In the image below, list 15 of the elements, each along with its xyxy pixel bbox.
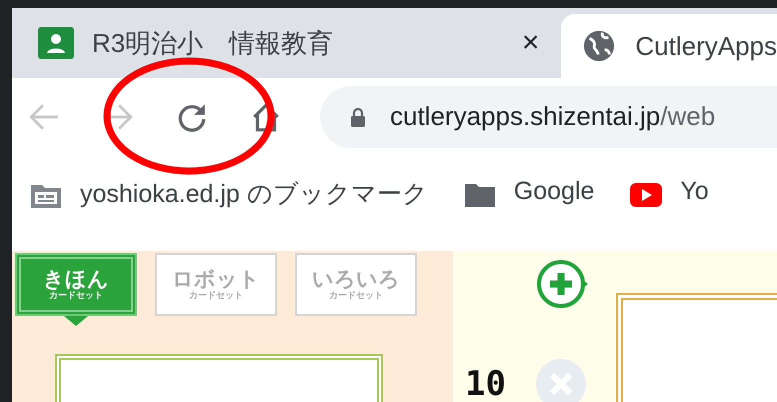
folder-icon — [464, 181, 496, 209]
browser-tab[interactable]: R3明治小 情報教育 × — [12, 8, 548, 78]
url-text: cutleryapps.shizentai.jp/web — [390, 101, 716, 132]
lock-icon — [350, 106, 366, 126]
close-icon[interactable]: × — [522, 26, 540, 60]
play-icon — [630, 181, 662, 209]
classroom-icon — [38, 26, 74, 60]
address-bar[interactable]: cutleryapps.shizentai.jp/web — [320, 86, 777, 148]
browser-tab[interactable]: CutleryApps — [561, 14, 777, 78]
tab-title: CutleryApps — [635, 30, 777, 62]
bookmark[interactable]: yoshioka.ed.jp のブックマーク — [30, 177, 428, 221]
tab-title: R3明治小 情報教育 — [92, 26, 334, 60]
bookmark[interactable]: Google — [464, 177, 594, 221]
bookmark[interactable]: Yo — [630, 177, 709, 221]
counter-value: 10 — [465, 364, 506, 402]
